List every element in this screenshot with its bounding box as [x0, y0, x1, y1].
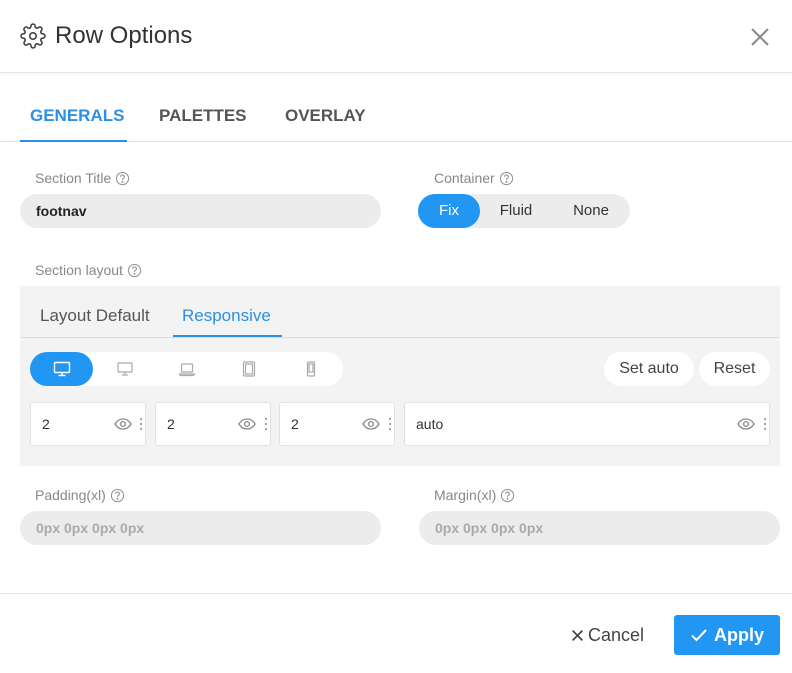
column-width-input[interactable]: [156, 403, 236, 445]
column-cell: [404, 402, 770, 446]
drag-handle-icon[interactable]: [763, 417, 767, 431]
eye-icon[interactable]: [362, 417, 380, 431]
cancel-button-label: Cancel: [588, 625, 645, 645]
help-icon[interactable]: [115, 171, 130, 186]
gear-icon: [20, 23, 46, 49]
desktop-icon: [53, 361, 70, 377]
column-cell: [279, 402, 395, 446]
section-title-label: Section Title: [35, 169, 130, 187]
device-phone-button[interactable]: [279, 352, 342, 386]
check-icon: [691, 629, 707, 642]
column-width-input[interactable]: [280, 403, 360, 445]
device-tablet-button[interactable]: [217, 352, 280, 386]
dialog-footer: Cancel Apply: [0, 593, 792, 673]
eye-icon[interactable]: [238, 417, 256, 431]
padding-label-text: Padding(xl): [35, 487, 106, 503]
help-icon[interactable]: [110, 488, 125, 503]
help-icon[interactable]: [499, 171, 514, 186]
close-icon: [572, 629, 583, 641]
container-label: Container: [434, 169, 514, 187]
eye-icon[interactable]: [737, 417, 755, 431]
device-laptop-button[interactable]: [155, 352, 218, 386]
section-layout-panel: Layout Default Responsive Set auto Reset…: [20, 286, 780, 466]
device-monitor-button[interactable]: [93, 352, 156, 386]
tab-overlay[interactable]: OVERLAY: [285, 98, 366, 142]
reset-button[interactable]: Reset: [699, 352, 770, 386]
sub-tab-responsive[interactable]: Responsive: [173, 286, 282, 337]
container-option-fix[interactable]: Fix: [418, 194, 480, 228]
section-layout-label: Section layout: [35, 261, 142, 279]
column-cell: [30, 402, 146, 446]
section-layout-label-text: Section layout: [35, 262, 123, 278]
device-selector: [30, 352, 343, 386]
dialog-title: Row Options: [55, 22, 193, 49]
padding-label: Padding(xl): [35, 486, 125, 504]
monitor-icon: [116, 362, 133, 376]
tab-palettes[interactable]: PALETTES: [159, 98, 247, 142]
apply-button-label: Apply: [713, 624, 764, 645]
device-desktop-button[interactable]: [30, 352, 93, 386]
container-segmented-control: Fix Fluid None: [418, 194, 630, 228]
container-option-fluid[interactable]: Fluid: [480, 194, 552, 228]
sub-tab-layout-default[interactable]: Layout Default: [40, 286, 150, 337]
dialog-header: Row Options: [0, 0, 792, 73]
column-width-input[interactable]: [31, 403, 111, 445]
eye-icon[interactable]: [114, 417, 132, 431]
container-option-none[interactable]: None: [552, 194, 630, 228]
drag-handle-icon[interactable]: [139, 417, 143, 431]
close-icon[interactable]: [748, 25, 772, 49]
help-icon[interactable]: [500, 488, 515, 503]
laptop-icon: [177, 363, 196, 377]
help-icon[interactable]: [127, 263, 142, 278]
margin-label: Margin(xl): [434, 486, 515, 504]
container-label-text: Container: [434, 170, 495, 186]
tab-generals[interactable]: GENERALS: [20, 98, 127, 142]
padding-input[interactable]: [20, 511, 381, 545]
margin-input[interactable]: [419, 511, 780, 545]
section-title-label-text: Section Title: [35, 170, 112, 186]
phone-icon: [306, 361, 315, 377]
tablet-icon: [242, 361, 255, 377]
section-title-input[interactable]: [20, 194, 381, 228]
layout-sub-tabs: Layout Default Responsive: [20, 286, 780, 338]
column-width-input[interactable]: [405, 403, 725, 445]
column-cell: [155, 402, 271, 446]
drag-handle-icon[interactable]: [388, 417, 392, 431]
margin-label-text: Margin(xl): [434, 487, 497, 503]
set-auto-button[interactable]: Set auto: [604, 352, 694, 386]
apply-button[interactable]: Apply: [674, 615, 780, 655]
cancel-button[interactable]: Cancel: [571, 624, 644, 646]
drag-handle-icon[interactable]: [264, 417, 268, 431]
main-tabs: GENERALS PALETTES OVERLAY: [0, 98, 792, 142]
